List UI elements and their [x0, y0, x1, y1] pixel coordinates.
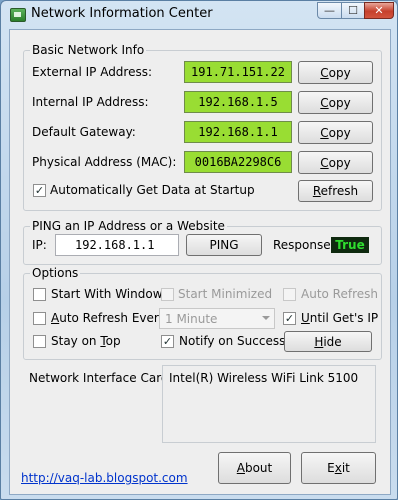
- ping-ip-value: 192.168.1.1: [75, 238, 155, 252]
- copy-external-ip-button[interactable]: Copy: [298, 61, 373, 84]
- auto-refresh-every-label[interactable]: Auto Refresh Every:: [51, 311, 169, 325]
- basic-network-info-group: Basic Network Info External IP Address: …: [23, 43, 382, 211]
- copy-external-ip-button-label: Copy: [320, 65, 351, 80]
- title-bar[interactable]: Network Information Center — ☐ ✕: [1, 1, 397, 28]
- nic-info-box: Intel(R) Wireless WiFi Link 5100: [162, 365, 376, 443]
- exit-button[interactable]: Exit: [301, 452, 376, 484]
- copy-mac-address-button[interactable]: Copy: [298, 151, 373, 174]
- mac-address-value: 0016BA2298C6: [184, 151, 292, 173]
- about-button[interactable]: About: [218, 452, 291, 484]
- ping-ip-label: IP:: [32, 238, 47, 252]
- checkmark-icon: ✓: [162, 335, 173, 348]
- copy-default-gateway-button-label: Copy: [320, 125, 351, 140]
- hide-button-label: Hide: [314, 334, 342, 349]
- internal-ip-label: Internal IP Address:: [32, 95, 149, 109]
- notify-on-success-label[interactable]: Notify on Success: [179, 334, 285, 348]
- maximize-button[interactable]: ☐: [341, 2, 365, 19]
- stay-on-top-label[interactable]: Stay on Top: [51, 334, 121, 348]
- stay-on-top-checkbox[interactable]: [33, 335, 46, 348]
- copy-default-gateway-button[interactable]: Copy: [298, 121, 373, 144]
- window-title: Network Information Center: [31, 6, 213, 21]
- copy-internal-ip-button[interactable]: Copy: [298, 91, 373, 114]
- about-button-label: About: [236, 461, 273, 475]
- chevron-down-icon: [262, 316, 270, 320]
- response-label: Response:: [273, 238, 335, 252]
- minimize-button[interactable]: —: [317, 2, 342, 19]
- response-value: True: [331, 237, 369, 253]
- ping-group: PING an IP Address or a Website IP: 192.…: [23, 219, 382, 265]
- copy-internal-ip-button-label: Copy: [320, 95, 351, 110]
- default-gateway-label: Default Gateway:: [32, 125, 136, 139]
- auto-refresh-label[interactable]: Auto Refresh: [301, 287, 378, 301]
- start-minimized-checkbox[interactable]: [161, 288, 174, 301]
- network-app-icon: [10, 8, 26, 22]
- start-with-windows-label[interactable]: Start With Windows: [51, 287, 169, 301]
- refresh-interval-value: 1 Minute: [165, 312, 218, 326]
- mac-address-label: Physical Address (MAC):: [32, 155, 177, 169]
- website-link[interactable]: http://vaq-lab.blogspot.com: [21, 471, 188, 485]
- client-area: Basic Network Info External IP Address: …: [9, 29, 391, 495]
- auto-get-data-label[interactable]: Automatically Get Data at Startup: [50, 183, 255, 197]
- basic-network-info-legend: Basic Network Info: [30, 43, 147, 57]
- default-gateway-value: 192.168.1.1: [184, 121, 292, 143]
- external-ip-label: External IP Address:: [32, 65, 153, 79]
- ping-button[interactable]: PING: [186, 234, 262, 256]
- app-window: Network Information Center — ☐ ✕ Basic N…: [0, 0, 398, 500]
- hide-button[interactable]: Hide: [284, 331, 372, 352]
- refresh-interval-select[interactable]: 1 Minute: [159, 308, 275, 329]
- auto-refresh-every-checkbox[interactable]: [33, 312, 46, 325]
- notify-on-success-checkbox[interactable]: ✓: [161, 335, 174, 348]
- external-ip-value: 191.71.151.22: [184, 61, 292, 83]
- options-group: Options Start With Windows Start Minimiz…: [23, 266, 382, 360]
- copy-mac-address-button-label: Copy: [320, 155, 351, 170]
- nic-label: Network Interface Card:: [29, 371, 173, 385]
- internal-ip-value: 192.168.1.5: [184, 91, 292, 113]
- start-with-windows-checkbox[interactable]: [33, 288, 46, 301]
- close-button[interactable]: ✕: [364, 2, 394, 19]
- ping-legend: PING an IP Address or a Website: [30, 219, 227, 233]
- start-minimized-label[interactable]: Start Minimized: [178, 287, 272, 301]
- options-legend: Options: [30, 266, 81, 280]
- checkmark-icon: ✓: [34, 184, 45, 197]
- nic-value: Intel(R) Wireless WiFi Link 5100: [169, 371, 359, 385]
- checkmark-icon: ✓: [284, 312, 295, 325]
- auto-refresh-checkbox[interactable]: [283, 288, 296, 301]
- until-gets-ip-label[interactable]: Until Get's IP: [301, 311, 378, 325]
- ping-ip-input[interactable]: 192.168.1.1: [55, 234, 179, 256]
- exit-button-label: Exit: [327, 461, 350, 475]
- refresh-button-label: Refresh: [312, 184, 359, 198]
- refresh-button[interactable]: Refresh: [298, 180, 373, 202]
- until-gets-ip-checkbox[interactable]: ✓: [283, 312, 296, 325]
- auto-get-data-checkbox[interactable]: ✓: [33, 184, 46, 197]
